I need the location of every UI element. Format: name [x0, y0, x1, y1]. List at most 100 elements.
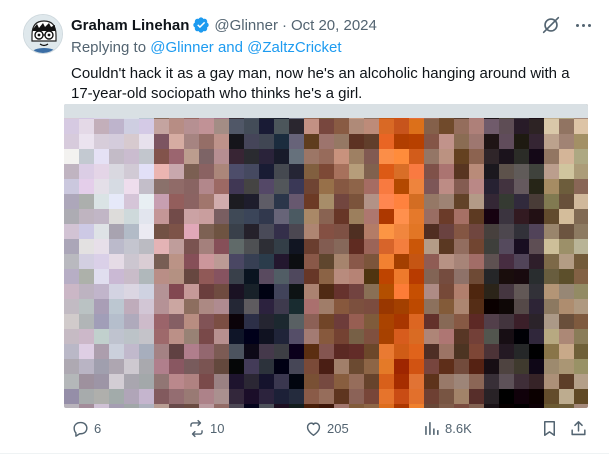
mosaic-tile — [469, 119, 484, 134]
mosaic-tile — [499, 329, 514, 344]
mosaic-tile — [484, 164, 499, 179]
mosaic-tile — [394, 404, 409, 408]
separator: · — [281, 16, 287, 34]
replying-to: Replying to @Glinner and @ZaltzCricket — [71, 39, 342, 56]
mosaic-tile — [424, 239, 439, 254]
mosaic-tile — [304, 299, 319, 314]
bookmark-button[interactable] — [540, 417, 563, 439]
mosaic-tile — [319, 344, 334, 359]
mosaic-tile — [289, 329, 304, 344]
mosaic-tile — [469, 164, 484, 179]
mosaic-tile — [469, 404, 484, 408]
mosaic-tile — [364, 269, 379, 284]
mosaic-tile — [94, 209, 109, 224]
mosaic-tile — [454, 314, 469, 329]
mosaic-tile — [409, 119, 424, 134]
mosaic-tile — [244, 134, 259, 149]
mosaic-tile — [334, 344, 349, 359]
mosaic-tile — [79, 389, 94, 404]
mosaic-tile — [514, 134, 529, 149]
mosaic-tile — [559, 149, 574, 164]
mosaic-tile — [244, 254, 259, 269]
mosaic-tile — [439, 389, 454, 404]
mosaic-tile — [529, 329, 544, 344]
mosaic-tile — [199, 164, 214, 179]
mosaic-tile — [544, 209, 559, 224]
pixelated-photo — [64, 104, 588, 408]
mosaic-tile — [574, 344, 588, 359]
tweet-image[interactable] — [64, 104, 588, 408]
views-button[interactable]: 8.6K — [422, 417, 472, 439]
mosaic-tile — [574, 239, 588, 254]
mosaic-tile — [139, 389, 154, 404]
mosaic-tile — [229, 149, 244, 164]
mosaic-tile — [349, 254, 364, 269]
repost-icon — [190, 419, 203, 437]
mosaic-tile — [304, 164, 319, 179]
avatar[interactable] — [23, 14, 63, 54]
mosaic-tile — [79, 254, 94, 269]
mosaic-tile — [259, 119, 274, 134]
mosaic-tile — [349, 269, 364, 284]
author-handle[interactable]: @Glinner — [214, 17, 278, 34]
more-icon[interactable] — [572, 14, 594, 36]
mosaic-tile — [244, 269, 259, 284]
mosaic-tile — [469, 179, 484, 194]
mosaic-tile — [79, 194, 94, 209]
mosaic-tile — [214, 359, 229, 374]
grok-icon[interactable] — [540, 14, 562, 36]
mosaic-tile — [274, 209, 289, 224]
mosaic-tile — [319, 194, 334, 209]
mosaic-tile — [469, 209, 484, 224]
mosaic-tile — [229, 404, 244, 408]
mosaic-tile — [424, 314, 439, 329]
share-button[interactable] — [569, 417, 592, 439]
mosaic-tile — [574, 389, 588, 404]
mosaic-tile — [514, 284, 529, 299]
tweet-date[interactable]: Oct 20, 2024 — [291, 17, 377, 34]
mosaic-tile — [64, 359, 79, 374]
mosaic-tile — [529, 404, 544, 408]
mosaic-tile — [544, 359, 559, 374]
mosaic-tile — [229, 254, 244, 269]
mosaic-tile — [484, 404, 499, 408]
mosaic-tile — [304, 134, 319, 149]
mosaic-tile — [124, 119, 139, 134]
mosaic-tile — [79, 314, 94, 329]
mosaic-tile — [184, 314, 199, 329]
mosaic-tile — [274, 329, 289, 344]
like-button[interactable]: 205 — [304, 417, 349, 439]
mosaic-tile — [304, 389, 319, 404]
mosaic-tile — [109, 194, 124, 209]
mosaic-tile — [559, 134, 574, 149]
mosaic-tile — [349, 119, 364, 134]
mosaic-tile — [439, 194, 454, 209]
mosaic-tile — [529, 389, 544, 404]
mosaic-tile — [259, 164, 274, 179]
tweet[interactable]: Graham Linehan @Glinner · Oct 20, 2024 R… — [0, 0, 609, 454]
mosaic-tile — [304, 224, 319, 239]
mosaic-tile — [529, 194, 544, 209]
reply-button[interactable]: 6 — [71, 417, 101, 439]
mosaic-tile — [484, 269, 499, 284]
mosaic-tile — [184, 374, 199, 389]
mosaic-tile — [439, 239, 454, 254]
mosaic-tile — [544, 164, 559, 179]
reply-targets-link[interactable]: @Glinner and @ZaltzCricket — [150, 39, 341, 56]
mosaic-tile — [184, 389, 199, 404]
mosaic-tile — [289, 269, 304, 284]
mosaic-tile — [169, 224, 184, 239]
author-name[interactable]: Graham Linehan — [71, 17, 189, 34]
repost-button[interactable]: 10 — [187, 417, 224, 439]
mosaic-tile — [244, 299, 259, 314]
mosaic-tile — [544, 329, 559, 344]
mosaic-tile — [304, 344, 319, 359]
mosaic-tile — [364, 344, 379, 359]
mosaic-tile — [439, 134, 454, 149]
mosaic-tile — [424, 119, 439, 134]
mosaic-tile — [409, 269, 424, 284]
mosaic-tile — [349, 284, 364, 299]
mosaic-tile — [349, 359, 364, 374]
mosaic-tile — [439, 164, 454, 179]
mosaic-tile — [244, 119, 259, 134]
